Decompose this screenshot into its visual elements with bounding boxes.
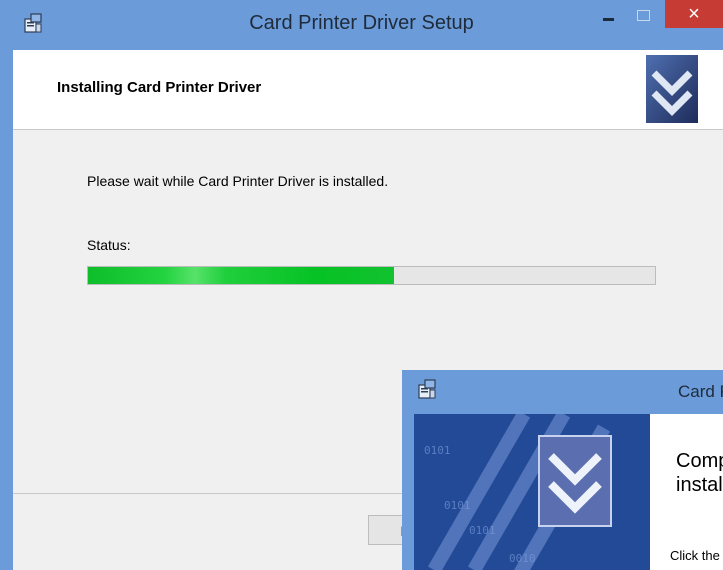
progress-fill <box>88 267 395 284</box>
status-label: Status: <box>87 237 131 253</box>
dialog-title-bar[interactable]: Card Pri <box>402 370 723 414</box>
window-border <box>0 50 13 570</box>
dialog-instruction: Click the <box>670 548 720 563</box>
dialog-heading-line1: Comp <box>676 450 723 472</box>
close-button[interactable]: × <box>665 0 723 28</box>
svg-text:0101: 0101 <box>469 524 496 537</box>
dialog-heading-line2: instal <box>676 474 723 496</box>
header-title: Installing Card Printer Driver <box>57 79 262 96</box>
minimize-button[interactable] <box>597 6 621 26</box>
install-message: Please wait while Card Printer Driver is… <box>87 173 389 189</box>
header-panel: Installing Card Printer Driver <box>13 50 723 130</box>
banner-graphic: 0101 0101 0101 0010 <box>424 414 612 570</box>
maximize-button[interactable] <box>632 6 656 26</box>
setup-app-icon <box>418 379 436 399</box>
svg-text:0010: 0010 <box>509 552 536 565</box>
dialog-heading: Comp instal <box>676 449 723 497</box>
dialog-title: Card Pri <box>678 382 723 401</box>
progress-bar <box>87 266 656 285</box>
installer-logo-icon <box>646 55 698 123</box>
dialog-border <box>402 414 414 570</box>
svg-text:0101: 0101 <box>444 499 471 512</box>
title-bar[interactable]: Card Printer Driver Setup × <box>0 0 723 50</box>
dialog-banner: 0101 0101 0101 0010 <box>414 414 650 570</box>
svg-text:0101: 0101 <box>424 444 451 457</box>
completion-dialog: Card Pri 0101 0101 0101 0010 Comp instal… <box>402 370 723 570</box>
close-icon: × <box>688 3 700 25</box>
